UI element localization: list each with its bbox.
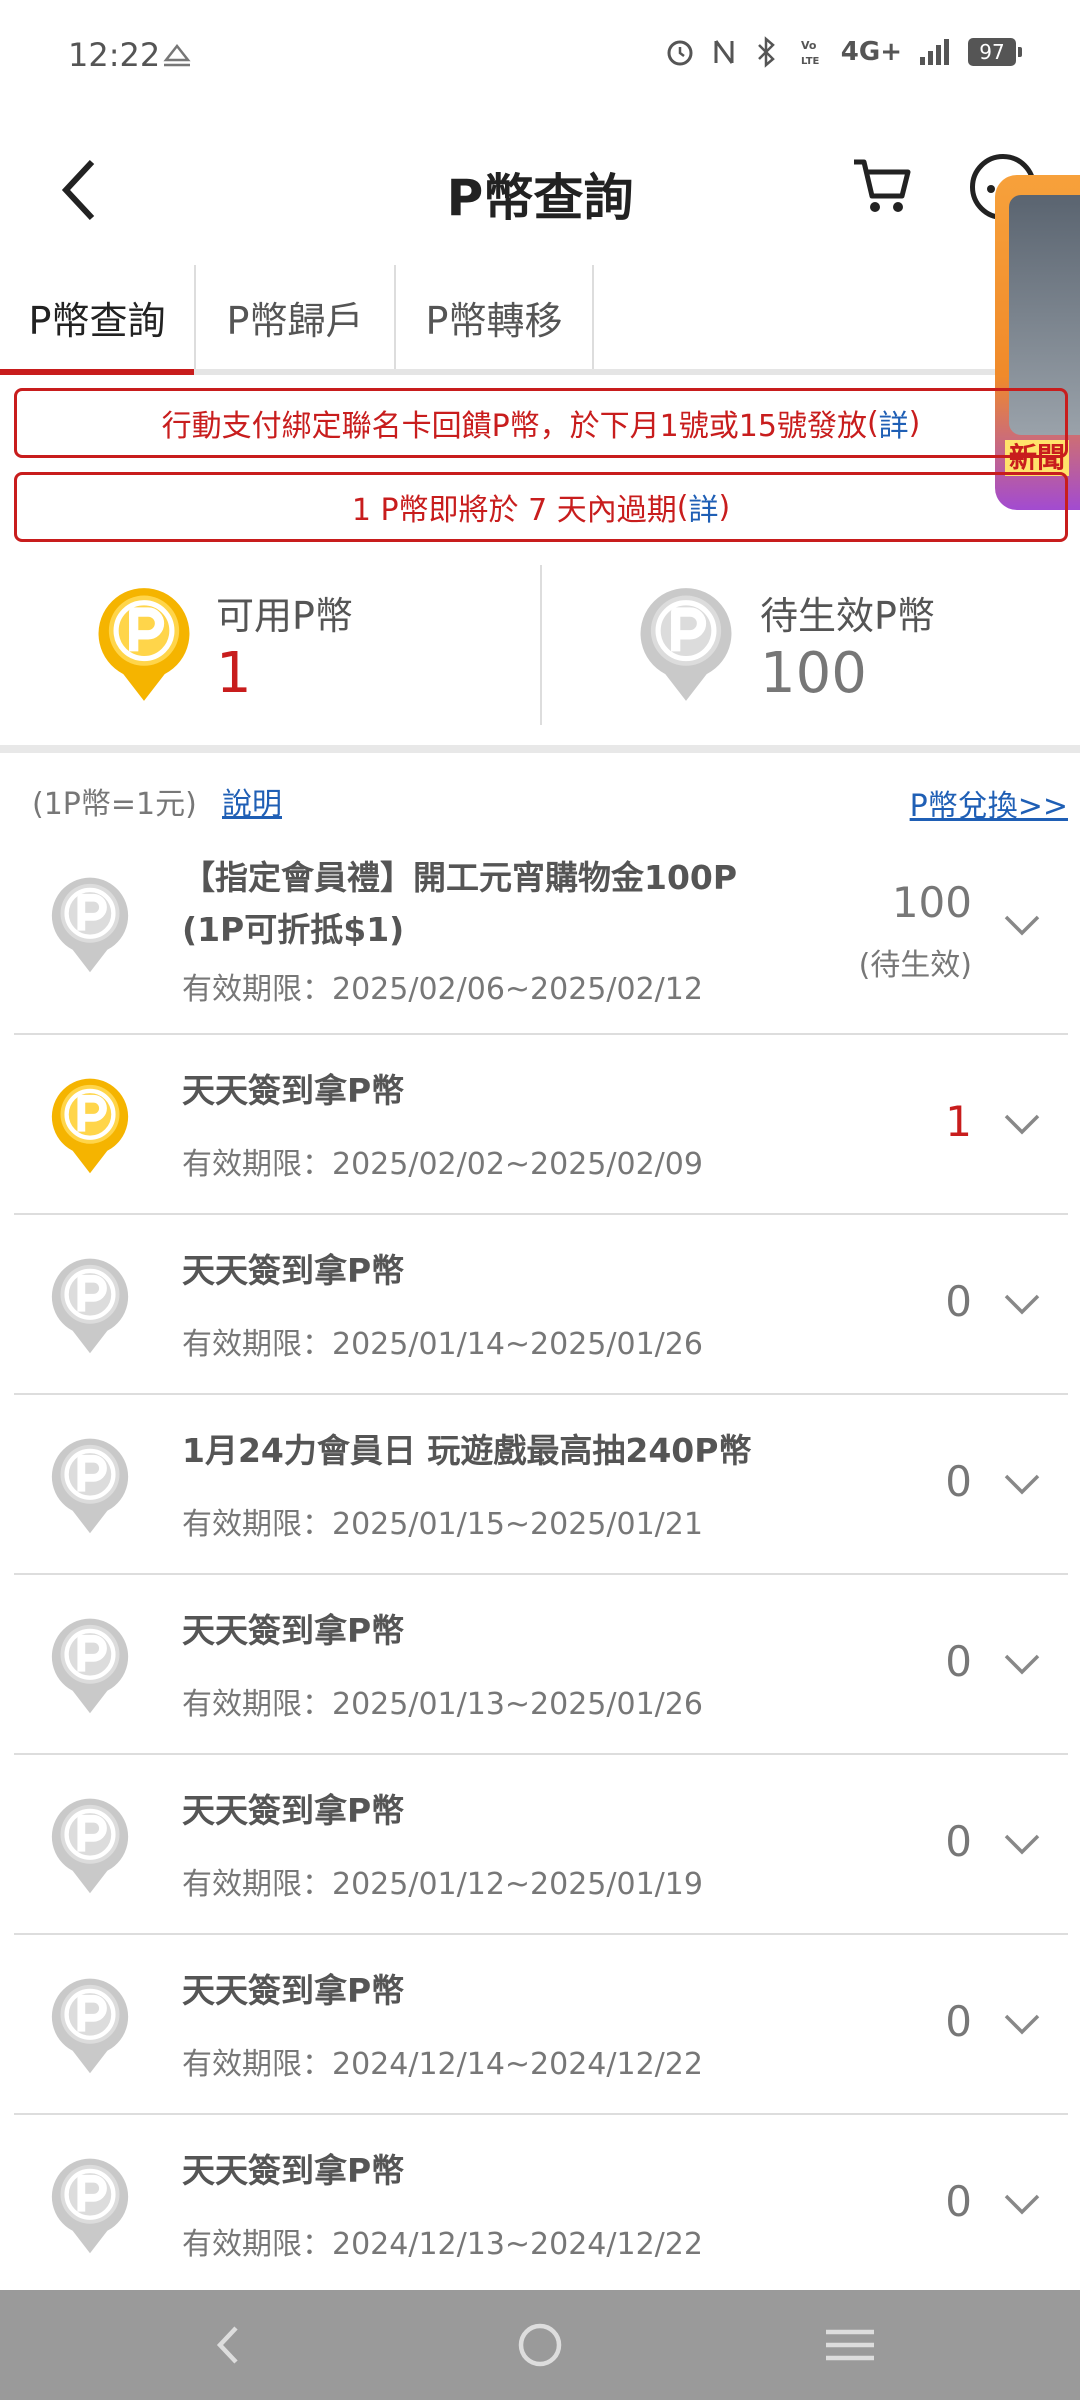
- gray-p-coin-icon: [46, 1971, 134, 2075]
- page-title: P幣查詢: [446, 169, 634, 227]
- notice-paren-open: (: [866, 405, 879, 441]
- explain-link[interactable]: 說明: [222, 779, 282, 823]
- network-type: 4G+: [840, 37, 902, 67]
- system-nav-bar: [0, 2290, 1080, 2400]
- chevron-down-icon[interactable]: [1004, 2193, 1040, 2215]
- item-amount: 0: [945, 2177, 972, 2226]
- battery-icon: 97: [968, 38, 1022, 66]
- p-coin-exchange-link[interactable]: P幣兌換>>: [910, 781, 1068, 825]
- gray-p-coin-icon: [634, 579, 738, 703]
- status-bar: 12:22 Vo LTE 4G+ 97: [0, 0, 1080, 110]
- item-amount: 0: [945, 1637, 972, 1686]
- list-item[interactable]: 天天簽到拿P幣 有效期限：2024/12/14~2024/12/22 0: [14, 1935, 1068, 2115]
- list-item[interactable]: 天天簽到拿P幣 有效期限：2024/12/13~2024/12/22 0: [14, 2115, 1068, 2295]
- tab-p-coin-transfer[interactable]: P幣轉移: [396, 265, 594, 369]
- svg-text:LTE: LTE: [801, 56, 820, 67]
- section-separator: [0, 745, 1080, 753]
- notice-paren-close: ): [718, 489, 731, 525]
- list-item[interactable]: 【指定會員禮】開工元宵購物金100P (1P可折抵$1) 有效期限：2025/0…: [14, 830, 1068, 1035]
- chevron-down-icon[interactable]: [1004, 2013, 1040, 2035]
- list-item[interactable]: 天天簽到拿P幣 有效期限：2025/01/14~2025/01/26 0: [14, 1215, 1068, 1395]
- item-amount: 1: [945, 1097, 972, 1146]
- gray-p-coin-icon: [46, 1791, 134, 1895]
- chevron-down-icon[interactable]: [1004, 1833, 1040, 1855]
- item-status: (待生效): [858, 948, 972, 983]
- item-validity: 有效期限：2025/01/13~2025/01/26: [182, 1687, 703, 1722]
- item-amount: 0: [945, 1817, 972, 1866]
- gold-p-coin-icon: [92, 579, 196, 703]
- svg-text:Vo: Vo: [801, 39, 817, 52]
- item-title: 天天簽到拿P幣: [182, 1971, 405, 2010]
- gold-p-coin-icon: [46, 1071, 134, 1175]
- notification-icon: [163, 43, 191, 67]
- gray-p-coin-icon: [46, 870, 134, 974]
- list-item[interactable]: 天天簽到拿P幣 有效期限：2025/01/12~2025/01/19 0: [14, 1755, 1068, 1935]
- item-validity: 有效期限：2024/12/14~2024/12/22: [182, 2047, 703, 2082]
- item-validity: 有效期限：2025/01/12~2025/01/19: [182, 1867, 703, 1902]
- list-item[interactable]: 天天簽到拿P幣 有效期限：2025/01/13~2025/01/26 0: [14, 1575, 1068, 1755]
- notice-card-binding: 行動支付綁定聯名卡回饋P幣，於下月1號或15號發放 ( 詳 ): [14, 388, 1068, 458]
- nav-home-icon[interactable]: [510, 2320, 570, 2370]
- gray-p-coin-icon: [46, 1251, 134, 1355]
- chevron-down-icon[interactable]: [1004, 914, 1040, 936]
- status-icons: Vo LTE 4G+ 97: [665, 36, 1022, 68]
- item-title: 天天簽到拿P幣: [182, 1251, 405, 1290]
- bluetooth-icon: [757, 36, 775, 68]
- nav-back-icon[interactable]: [200, 2320, 260, 2370]
- cart-icon[interactable]: [850, 154, 914, 218]
- alarm-icon: [667, 40, 693, 66]
- tab-bar: P幣查詢 P幣歸戶 P幣轉移: [0, 265, 1080, 375]
- item-validity: 有效期限：2025/02/02~2025/02/09: [182, 1147, 703, 1182]
- gray-p-coin-icon: [46, 1431, 134, 1535]
- chevron-down-icon[interactable]: [1004, 1473, 1040, 1495]
- chevron-down-icon[interactable]: [1004, 1653, 1040, 1675]
- notice-detail-link[interactable]: 詳: [879, 401, 909, 445]
- balance-summary: 可用P幣 1 待生效P幣 100: [0, 555, 1080, 745]
- list-item[interactable]: 天天簽到拿P幣 有效期限：2025/02/02~2025/02/09 1: [14, 1035, 1068, 1215]
- item-title: 天天簽到拿P幣: [182, 1611, 405, 1650]
- info-row: (1P幣=1元) 說明 P幣兌換>>: [0, 775, 1080, 825]
- notice-expiry: 1 P幣即將於 7 天內過期 ( 詳 ): [14, 472, 1068, 542]
- list-item[interactable]: 1月24力會員日 玩遊戲最高抽240P幣 有效期限：2025/01/15~202…: [14, 1395, 1068, 1575]
- header: P幣查詢: [0, 110, 1080, 265]
- gray-p-coin-icon: [46, 2151, 134, 2255]
- available-value: 1: [216, 641, 252, 706]
- floating-news-ad[interactable]: 新聞: [995, 175, 1080, 510]
- item-validity: 有效期限：2025/01/15~2025/01/21: [182, 1507, 703, 1542]
- gray-p-coin-icon: [46, 1611, 134, 1715]
- item-title: 天天簽到拿P幣: [182, 1071, 405, 1110]
- pending-label: 待生效P幣: [760, 594, 935, 638]
- item-amount: 0: [945, 1277, 972, 1326]
- volte-icon: Vo LTE: [801, 39, 820, 67]
- notice-paren-close: ): [908, 405, 921, 441]
- item-amount: 0: [945, 1457, 972, 1506]
- tab-p-coin-merge[interactable]: P幣歸戶: [196, 265, 396, 369]
- item-title: 天天簽到拿P幣: [182, 2151, 405, 2190]
- item-amount: 0: [945, 1997, 972, 2046]
- chevron-down-icon[interactable]: [1004, 1293, 1040, 1315]
- item-validity: 有效期限：2025/02/06~2025/02/12: [182, 972, 703, 1007]
- item-title: 天天簽到拿P幣: [182, 1791, 405, 1830]
- available-label: 可用P幣: [216, 594, 353, 638]
- nfc-icon: [714, 40, 734, 64]
- notice-text: 1 P幣即將於 7 天內過期: [351, 493, 677, 528]
- pending-value: 100: [760, 641, 867, 706]
- item-validity: 有效期限：2024/12/13~2024/12/22: [182, 2227, 703, 2262]
- balance-divider: [540, 565, 542, 725]
- item-title-line2: (1P可折抵$1): [182, 910, 405, 949]
- notice-paren-open: (: [676, 489, 689, 525]
- item-amount: 100: [891, 878, 972, 927]
- item-title: 1月24力會員日 玩遊戲最高抽240P幣: [182, 1431, 752, 1470]
- notice-text: 行動支付綁定聯名卡回饋P幣，於下月1號或15號發放: [161, 409, 867, 444]
- signal-icon: [920, 39, 949, 65]
- notice-detail-link[interactable]: 詳: [688, 485, 718, 529]
- p-coin-list: 【指定會員禮】開工元宵購物金100P (1P可折抵$1) 有效期限：2025/0…: [14, 830, 1068, 2295]
- nav-menu-icon[interactable]: [820, 2320, 880, 2370]
- exchange-rate-text: (1P幣=1元): [32, 787, 197, 822]
- status-time: 12:22: [68, 36, 161, 74]
- tab-p-coin-query[interactable]: P幣查詢: [0, 265, 196, 375]
- item-title: 【指定會員禮】開工元宵購物金100P: [182, 858, 738, 897]
- item-validity: 有效期限：2025/01/14~2025/01/26: [182, 1327, 703, 1362]
- chevron-down-icon[interactable]: [1004, 1113, 1040, 1135]
